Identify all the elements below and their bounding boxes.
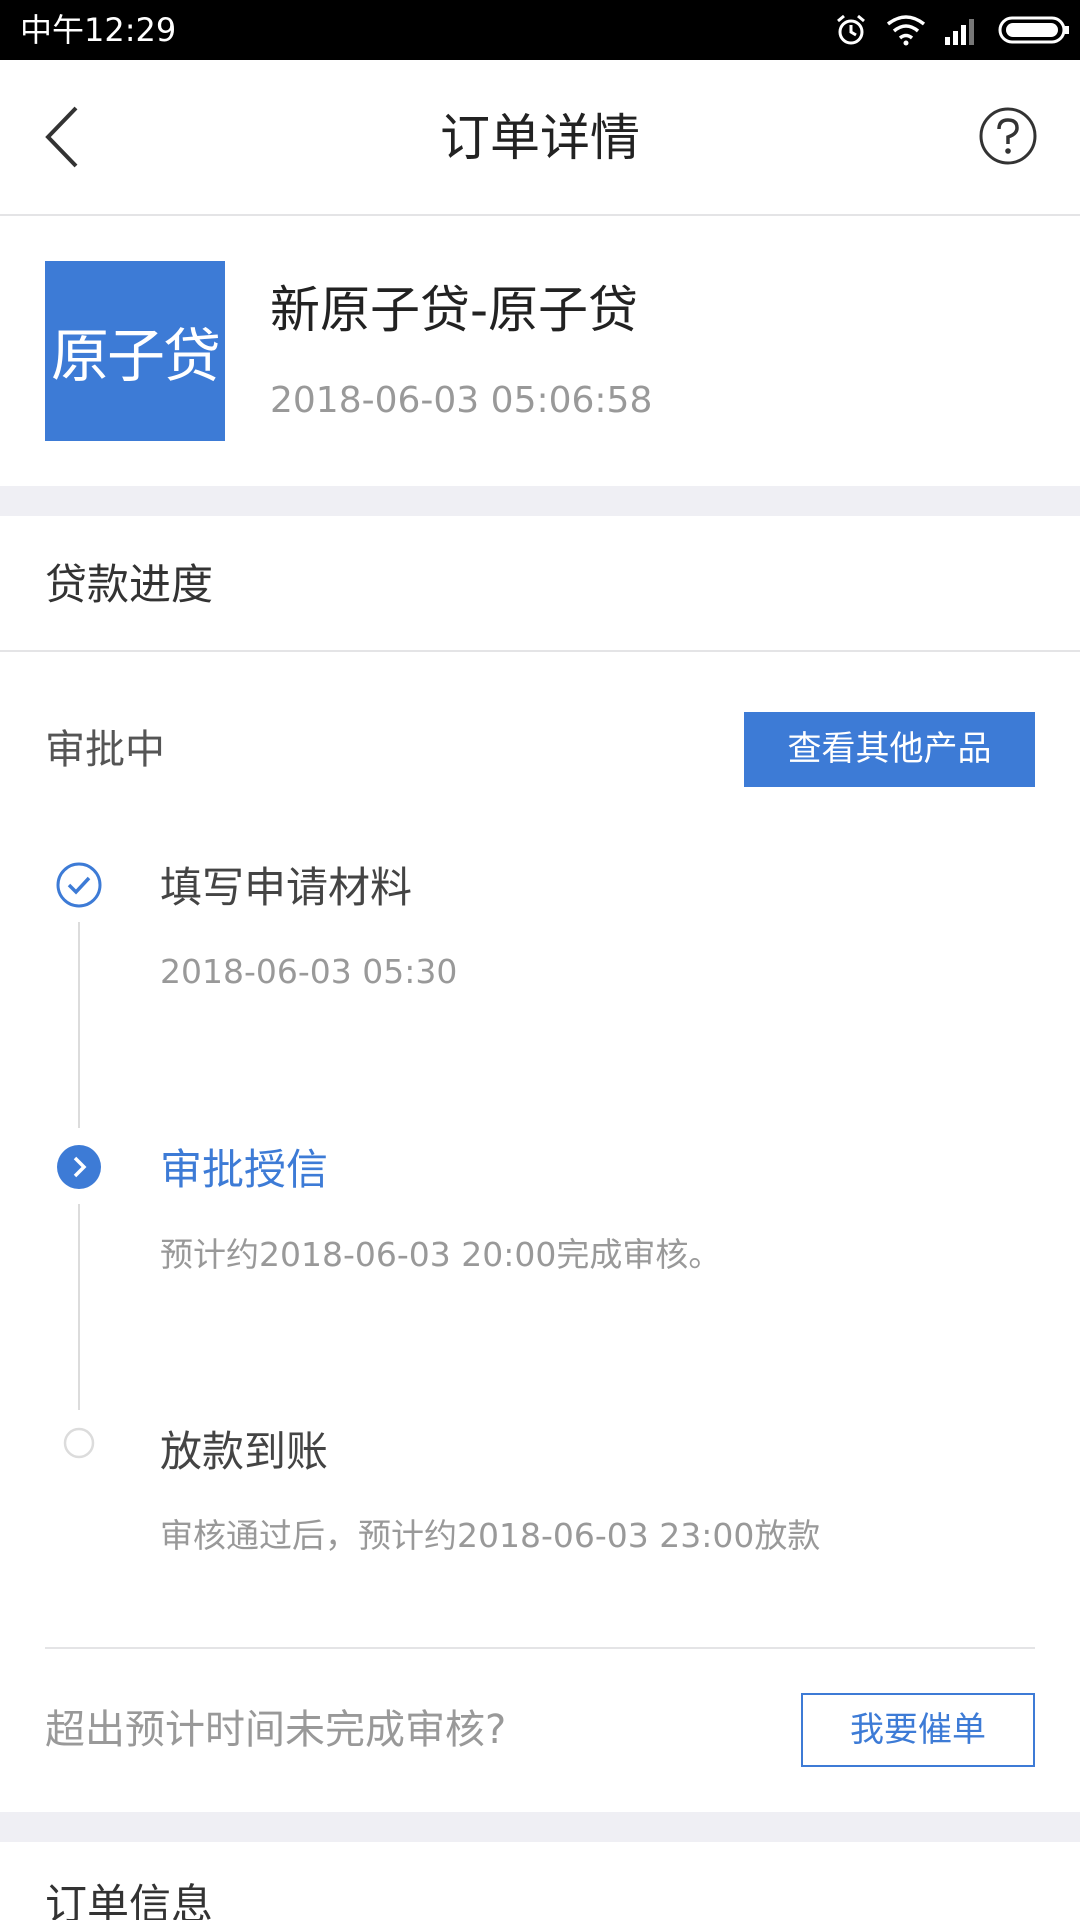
- product-date: 2018-06-03 05:06:58: [270, 380, 653, 421]
- view-other-products-button[interactable]: 查看其他产品: [744, 712, 1035, 787]
- empty-circle-icon: [63, 1427, 95, 1459]
- status-bar: 中午12:29: [0, 0, 1080, 60]
- battery-icon: [998, 16, 1069, 44]
- section-gap: [0, 486, 1080, 516]
- product-logo: 原子贷: [45, 261, 225, 441]
- timeline-connector: [78, 1204, 80, 1410]
- timeline-connector: [78, 922, 80, 1128]
- help-button[interactable]: [978, 106, 1038, 166]
- step-title: 放款到账: [160, 1427, 329, 1476]
- screen: 中午12:29 订单详情 原子贷 新原子贷-原子贷 2018-06-03 05:…: [0, 0, 1080, 1920]
- urge-question: 超出预计时间未完成审核?: [45, 1707, 507, 1753]
- chevron-right-circle-icon: [57, 1145, 101, 1189]
- urge-order-button[interactable]: 我要催单: [801, 1693, 1035, 1767]
- alarm-icon: [837, 14, 865, 45]
- product-card[interactable]: 原子贷 新原子贷-原子贷 2018-06-03 05:06:58: [0, 216, 1080, 486]
- order-info-title: 订单信息: [45, 1880, 214, 1920]
- loan-progress-title: 贷款进度: [45, 560, 214, 609]
- section-gap: [0, 1812, 1080, 1842]
- signal-icon: [945, 19, 974, 45]
- loan-status: 审批中: [45, 727, 165, 773]
- question-circle-icon: [979, 107, 1037, 165]
- product-name: 新原子贷-原子贷: [270, 281, 639, 339]
- check-circle-icon: [56, 862, 102, 908]
- status-time: 中午12:29: [20, 11, 177, 49]
- nav-header: 订单详情: [0, 60, 1080, 216]
- step-title: 填写申请材料: [160, 863, 413, 912]
- step-desc: 预计约2018-06-03 20:00完成审核。: [160, 1235, 722, 1274]
- divider: [45, 1647, 1035, 1649]
- page-title: 订单详情: [440, 109, 640, 167]
- divider: [0, 650, 1080, 652]
- product-logo-text: 原子贷: [50, 322, 221, 390]
- wifi-icon: [886, 15, 926, 46]
- status-icons: [834, 10, 1070, 50]
- step-title-active: 审批授信: [160, 1145, 329, 1194]
- step-desc: 审核通过后，预计约2018-06-03 23:00放款: [160, 1516, 821, 1555]
- step-desc: 2018-06-03 05:30: [160, 952, 458, 991]
